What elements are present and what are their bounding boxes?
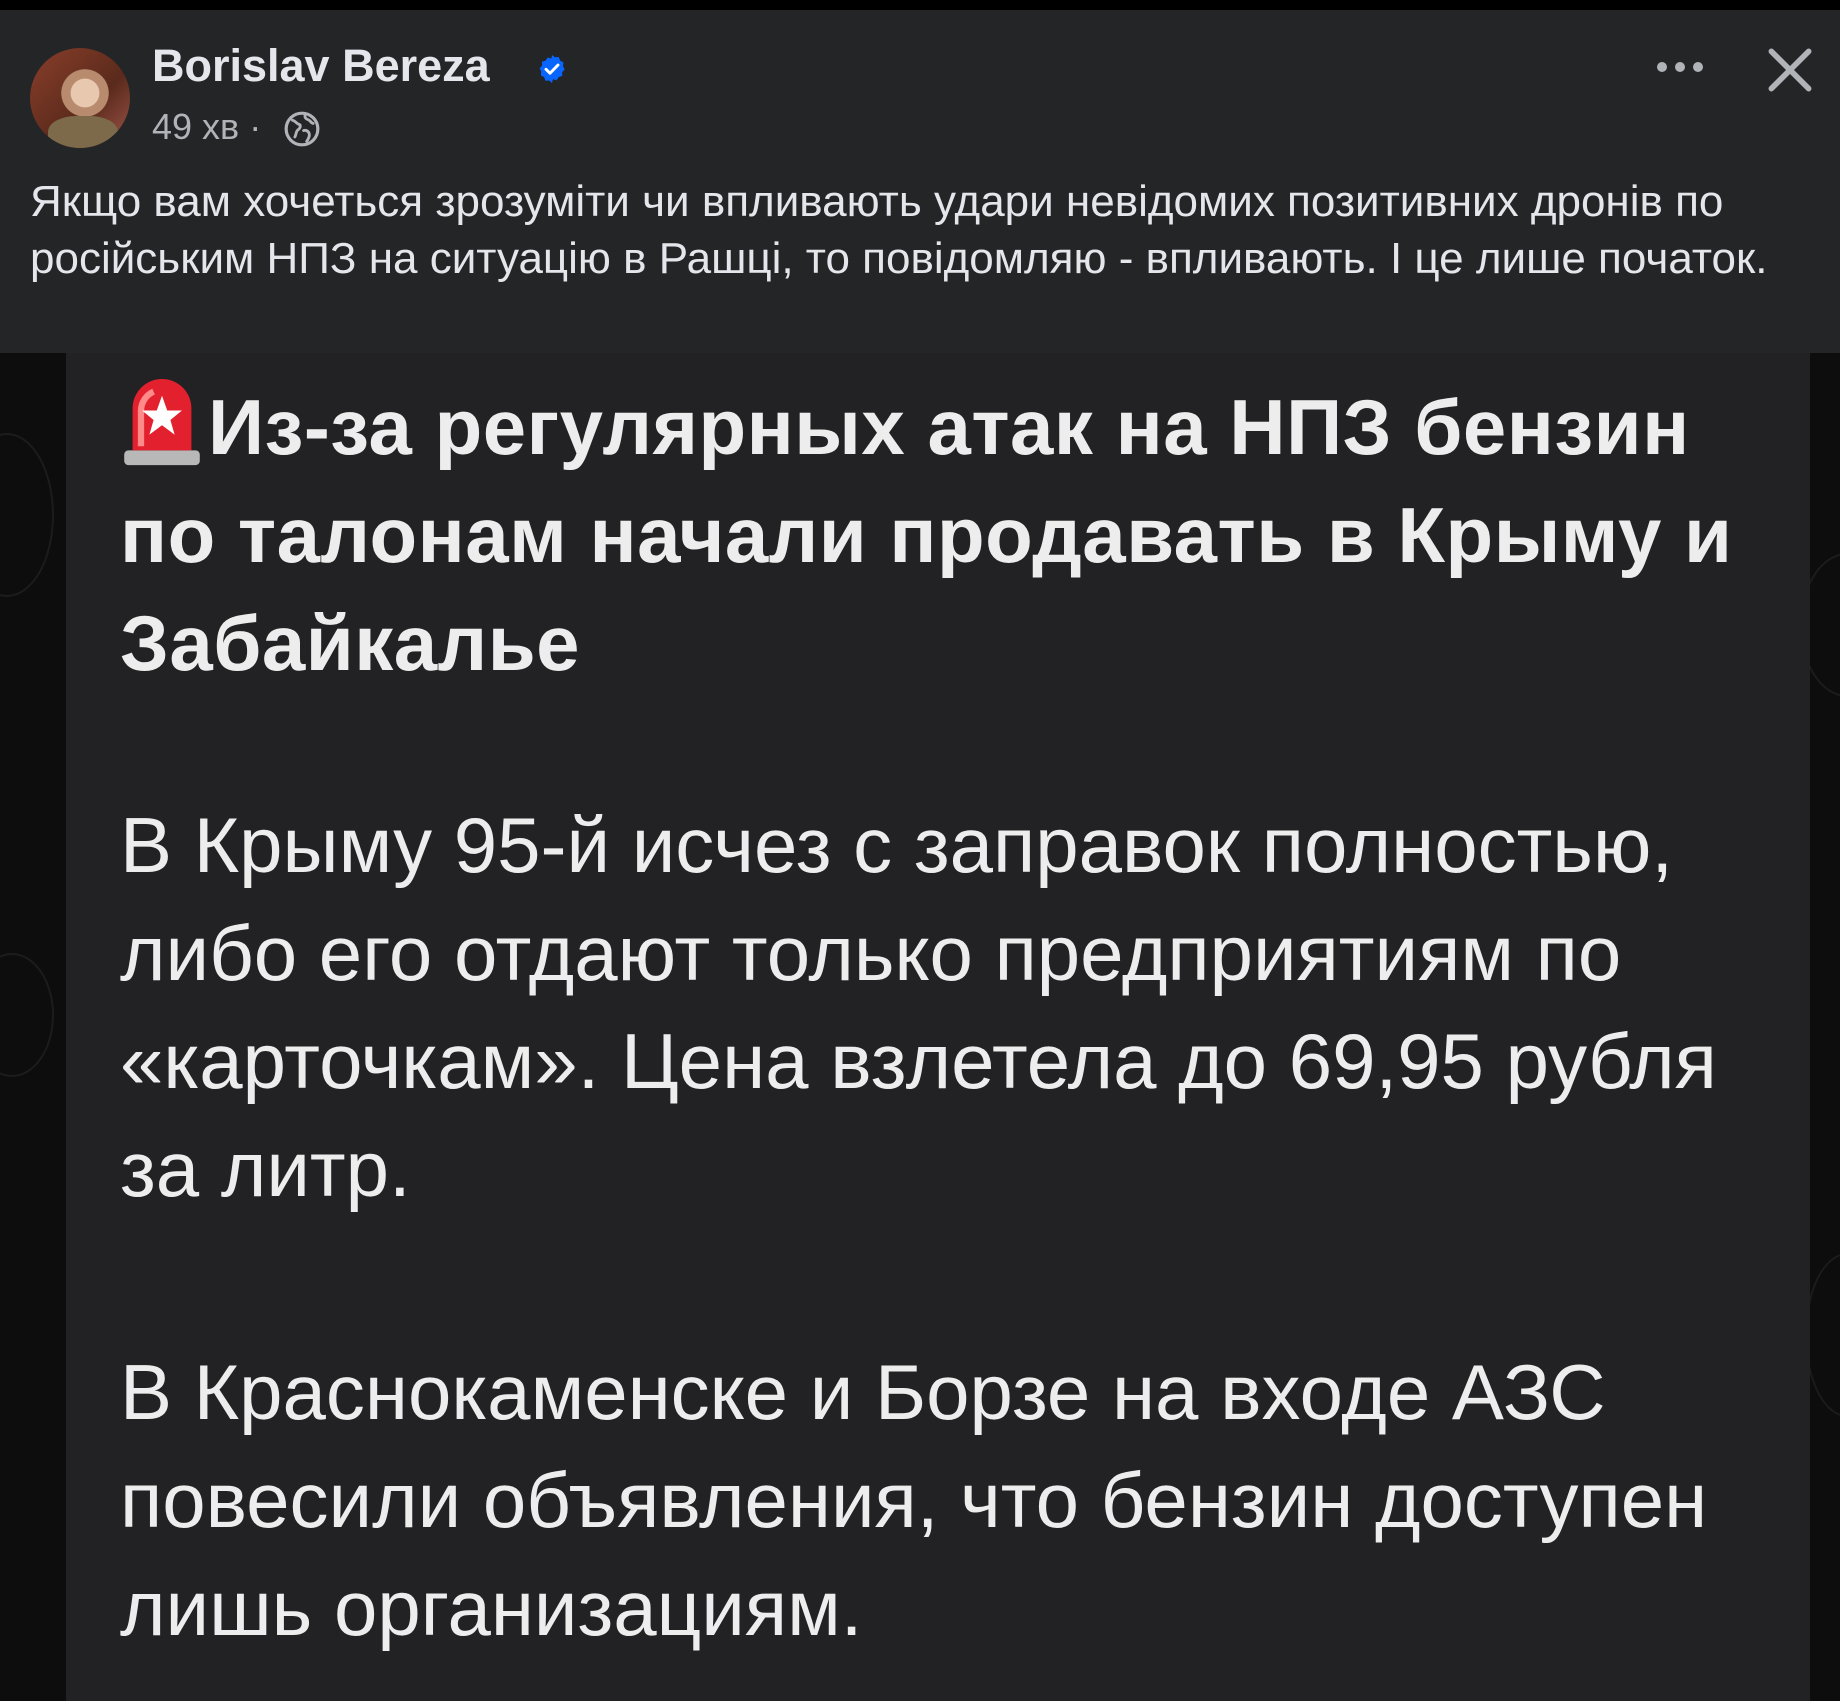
post-header: Borislav Bereza 49 хв · Якщо вам хочетьс…: [0, 10, 1840, 353]
more-options-button[interactable]: [1648, 40, 1712, 94]
post-time[interactable]: 49 хв: [152, 106, 239, 147]
close-icon[interactable]: [1762, 42, 1818, 98]
background-doodle: [1805, 1253, 1840, 1417]
top-bar: [0, 0, 1840, 10]
background-doodle: [0, 953, 54, 1077]
image-paragraph-1: В Крыму 95-й исчез с заправок полностью,…: [120, 801, 1717, 1213]
headline-text: Из-за регулярных атак на НПЗ бензин по т…: [120, 383, 1733, 687]
author-name[interactable]: Borislav Bereza: [152, 40, 490, 92]
meta-separator: ·: [249, 106, 262, 147]
background-doodle: [0, 433, 54, 597]
post-text: Якщо вам хочеться зрозуміти чи впливають…: [30, 177, 1768, 283]
post-meta: 49 хв ·: [152, 106, 261, 148]
siren-emoji-icon: [124, 379, 200, 466]
avatar-shirt: [48, 116, 118, 148]
image-headline: Из-за регулярных атак на НПЗ бензин по т…: [120, 373, 1760, 697]
more-options-icon: [1657, 62, 1703, 72]
image-paragraph-2: В Краснокаменске и Борзе на входе АЗС по…: [120, 1348, 1708, 1652]
verified-badge-icon: [539, 55, 565, 83]
avatar[interactable]: [30, 48, 130, 148]
globe-icon[interactable]: [283, 110, 321, 148]
post-image[interactable]: Из-за регулярных атак на НПЗ бензин по т…: [0, 353, 1840, 1701]
